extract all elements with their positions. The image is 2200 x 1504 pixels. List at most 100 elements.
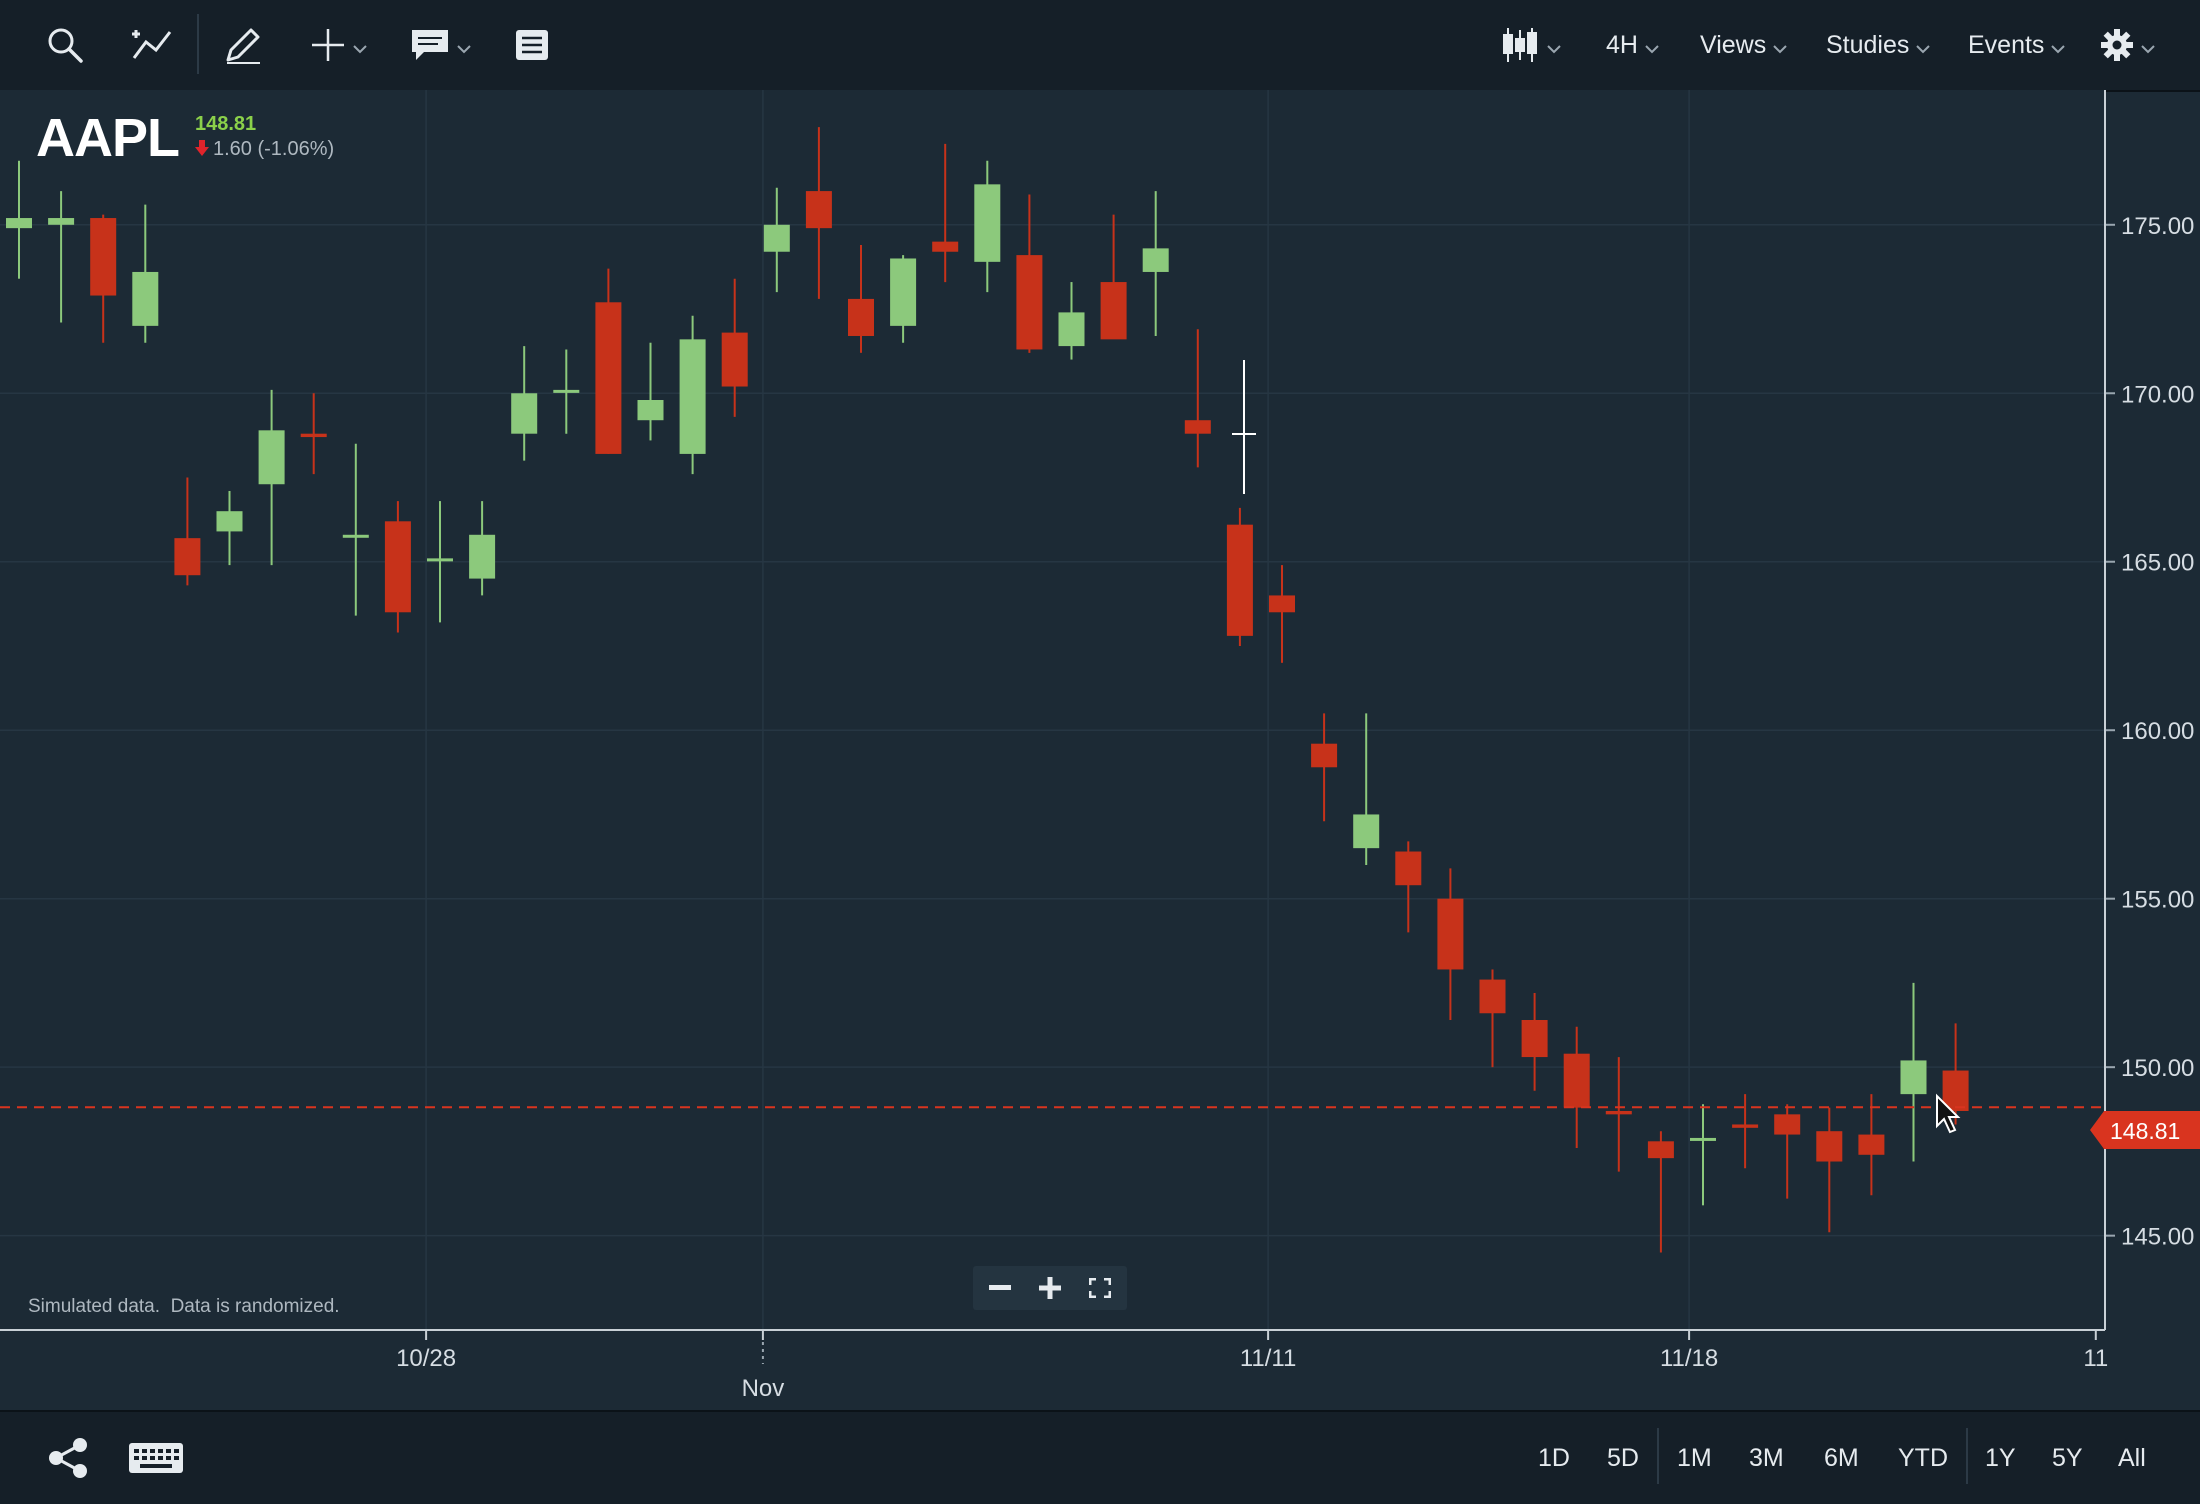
comment-tool[interactable]: [410, 0, 472, 90]
candle-body: [1100, 282, 1127, 340]
chevron-down-icon: [1915, 44, 1931, 54]
chevron-down-icon: [2050, 44, 2066, 54]
chevron-down-icon: [1772, 44, 1788, 54]
y-tick-label: 170.00: [2121, 381, 2194, 408]
toolbar-divider: [197, 14, 199, 74]
y-tick-label: 155.00: [2121, 887, 2194, 914]
current-price-badge: 148.81: [2090, 1111, 2200, 1149]
x-tick-label: 11/11: [1240, 1345, 1297, 1372]
quote-header: AAPL 148.81 1.60 (-1.06%): [36, 108, 334, 168]
share-icon[interactable]: [46, 1436, 90, 1485]
candle-body: [553, 389, 580, 393]
candle-body: [1395, 851, 1422, 886]
candle-body: [342, 534, 369, 538]
candle-body: [6, 218, 32, 229]
range-all[interactable]: All: [2118, 1412, 2146, 1504]
candle-body: [679, 339, 706, 454]
x-tick-label: 10/28: [396, 1345, 456, 1372]
y-tick-label: 150.00: [2121, 1055, 2194, 1082]
candle-body: [595, 302, 622, 454]
candle-body: [258, 430, 285, 485]
fullscreen-icon[interactable]: [1075, 1266, 1125, 1310]
candle-body: [1142, 248, 1169, 272]
range-1d[interactable]: 1D: [1538, 1412, 1570, 1504]
candle-body: [637, 400, 664, 421]
last-price: 148.81: [195, 113, 257, 135]
candle-body: [469, 534, 496, 579]
chart-toolbar: 4H Views Studies Events: [0, 0, 2200, 92]
candle-body: [1858, 1134, 1885, 1155]
candle-body: [90, 218, 117, 296]
plot-background: [0, 90, 2105, 1330]
studies-menu[interactable]: Studies: [1826, 0, 1931, 90]
x-tick-label: 11: [2083, 1345, 2108, 1372]
interval-menu[interactable]: 4H: [1606, 0, 1660, 90]
candle-body: [427, 558, 453, 562]
candle-body: [174, 538, 201, 576]
chevron-down-icon: [1644, 44, 1660, 54]
candle-body: [1816, 1131, 1843, 1162]
candle-body: [805, 191, 832, 229]
candle-body: [890, 258, 917, 326]
candle-body: [1016, 255, 1043, 350]
range-6m[interactable]: 6M: [1824, 1412, 1859, 1504]
range-divider: [1966, 1428, 1968, 1484]
time-axis: 10/28 Nov 11/11 11/18 11: [0, 1329, 2108, 1402]
candle-body: [763, 224, 790, 252]
search-icon[interactable]: [46, 0, 84, 90]
crosshair-icon: [310, 27, 346, 63]
candle-body: [932, 241, 959, 252]
candle-body: [1647, 1141, 1674, 1159]
candle-body: [1479, 979, 1506, 1014]
candle-body: [1521, 1020, 1548, 1058]
candle-body: [300, 433, 327, 438]
news-icon[interactable]: [514, 0, 550, 90]
candlestick-icon: [1500, 26, 1540, 64]
zoom-in-icon[interactable]: [1025, 1266, 1075, 1310]
candle-body: [721, 332, 748, 387]
candle-body: [1184, 420, 1211, 434]
range-ytd[interactable]: YTD: [1898, 1412, 1948, 1504]
y-tick-label: 160.00: [2121, 718, 2194, 745]
pencil-icon[interactable]: [222, 0, 264, 90]
zoom-controls: [973, 1266, 1127, 1310]
range-3m[interactable]: 3M: [1749, 1412, 1784, 1504]
zoom-out-icon[interactable]: [975, 1266, 1025, 1310]
candle-body: [216, 511, 243, 532]
candle-body: [1437, 898, 1464, 970]
settings-menu[interactable]: [2100, 0, 2156, 90]
chevron-down-icon: [1546, 44, 1562, 54]
range-divider: [1657, 1428, 1659, 1484]
candle-body: [1774, 1114, 1801, 1135]
symbol-label[interactable]: AAPL: [36, 108, 180, 168]
candle-body: [384, 521, 411, 613]
range-5d[interactable]: 5D: [1607, 1412, 1639, 1504]
y-tick-label: 165.00: [2121, 550, 2194, 577]
chart-area[interactable]: 175.00 170.00 165.00 160.00 155.00 150.00 145.…: [0, 90, 2200, 1410]
current-price-label: 148.81: [2110, 1118, 2181, 1144]
views-menu[interactable]: Views: [1700, 0, 1788, 90]
trendline-icon[interactable]: [128, 0, 174, 90]
crosshair-tool[interactable]: [310, 0, 368, 90]
candle-body: [1226, 524, 1253, 636]
price-change: 1.60 (-1.06%): [195, 136, 334, 162]
events-menu[interactable]: Events: [1968, 0, 2066, 90]
candle-body: [974, 184, 1001, 262]
views-label: Views: [1700, 30, 1767, 59]
candle-body: [132, 271, 159, 326]
price-chart[interactable]: 175.00 170.00 165.00 160.00 155.00 150.00 145.…: [0, 90, 2200, 1410]
chevron-down-icon: [352, 44, 368, 54]
range-5y[interactable]: 5Y: [2052, 1412, 2083, 1504]
studies-label: Studies: [1826, 30, 1910, 59]
candle-body: [1900, 1060, 1927, 1095]
x-tick-label: 11/18: [1660, 1345, 1718, 1372]
y-tick-label: 145.00: [2121, 1224, 2194, 1251]
chevron-down-icon: [456, 44, 472, 54]
candle-body: [1269, 595, 1295, 613]
range-1y[interactable]: 1Y: [1985, 1412, 2016, 1504]
keyboard-icon[interactable]: [128, 1442, 184, 1479]
down-arrow-icon: [195, 138, 209, 162]
y-tick-label: 175.00: [2121, 213, 2194, 240]
range-1m[interactable]: 1M: [1677, 1412, 1712, 1504]
chart-type-menu[interactable]: [1500, 0, 1562, 90]
